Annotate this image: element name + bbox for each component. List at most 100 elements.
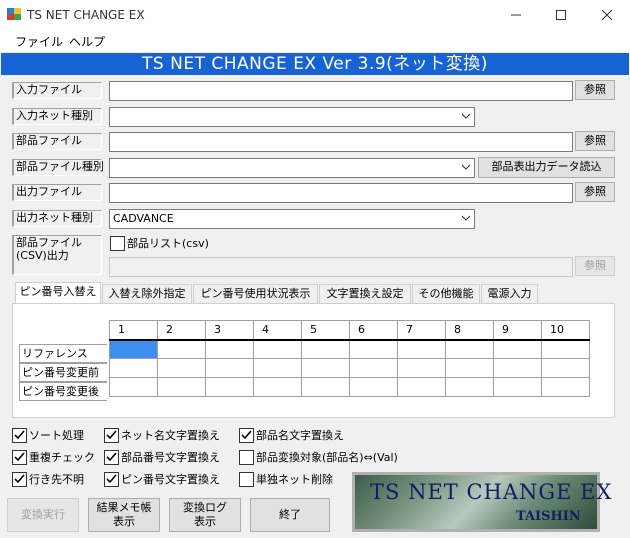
parts-list-csv-label: 部品リスト(csv) (127, 237, 209, 250)
part-number-replace-label: 部品番号文字置換え (121, 451, 220, 464)
grid-cell-selected[interactable] (109, 339, 158, 359)
grid-cell[interactable] (493, 377, 542, 397)
minimize-icon (511, 14, 521, 16)
unknown-dest-checkbox[interactable] (12, 472, 27, 487)
parts-file-type-select[interactable] (109, 158, 475, 178)
grid-cell[interactable] (541, 377, 590, 397)
unknown-dest-label: 行き先不明 (29, 473, 84, 486)
part-convert-target-checkbox[interactable] (239, 450, 254, 465)
part-name-replace-label: 部品名文字置換え (256, 429, 344, 442)
parts-csv-browse-button[interactable]: 参照 (575, 256, 615, 276)
single-net-delete-checkbox[interactable] (239, 472, 254, 487)
grid-cell[interactable] (541, 358, 590, 378)
part-name-replace-checkbox[interactable] (239, 428, 254, 443)
grid-cell[interactable] (109, 377, 158, 397)
parts-csv-label-line1: 部品ファイル (16, 236, 82, 249)
grid-cell[interactable] (157, 358, 206, 378)
parts-output-read-button[interactable]: 部品表出力データ読込 (478, 157, 615, 178)
app-icon (7, 8, 21, 20)
grid-row-label-reference: リファレンス (19, 344, 107, 363)
pin-number-replace-checkbox[interactable] (104, 472, 119, 487)
tab-text-replace[interactable]: 文字置換え設定 (319, 284, 411, 303)
grid-cell[interactable] (205, 377, 254, 397)
convert-log-line1: 変換ログ (183, 501, 227, 514)
menu-file[interactable]: ファイル (15, 33, 63, 50)
input-file-label: 入力ファイル (12, 82, 102, 99)
menu-help[interactable]: ヘルプ (69, 33, 105, 50)
tab-pin-swap[interactable]: ピン番号入替え (15, 282, 101, 303)
exit-button[interactable]: 終了 (250, 498, 330, 532)
grid-cell[interactable] (205, 339, 254, 359)
grid-cell[interactable] (253, 377, 302, 397)
output-file-label: 出力ファイル (12, 184, 102, 201)
grid-col-header: 10 (541, 320, 590, 341)
input-file-field[interactable] (109, 81, 573, 101)
check-icon (14, 430, 25, 440)
grid-row-label-before: ピン番号変更前 (19, 363, 107, 382)
grid-cell[interactable] (541, 339, 590, 359)
parts-file-browse-button[interactable]: 参照 (575, 131, 615, 151)
grid-cell[interactable] (301, 377, 350, 397)
window-title: TS NET CHANGE EX (27, 8, 145, 22)
parts-file-label: 部品ファイル (12, 133, 102, 150)
close-button[interactable] (584, 0, 630, 30)
grid-cell[interactable] (397, 358, 446, 378)
part-number-replace-checkbox[interactable] (104, 450, 119, 465)
grid-cell[interactable] (301, 339, 350, 359)
parts-file-field[interactable] (109, 132, 573, 152)
grid-cell[interactable] (157, 339, 206, 359)
check-icon (14, 474, 25, 484)
grid-cell[interactable] (301, 358, 350, 378)
parts-list-csv-checkbox[interactable] (110, 236, 125, 251)
grid-cell[interactable] (493, 339, 542, 359)
grid-row-label-after: ピン番号変更後 (19, 382, 107, 401)
output-file-field[interactable] (109, 183, 573, 203)
grid-col-header: 6 (349, 320, 398, 341)
convert-button[interactable]: 変換実行 (7, 498, 79, 532)
grid-cell[interactable] (109, 358, 158, 378)
grid-col-header: 4 (253, 320, 302, 341)
output-file-browse-button[interactable]: 参照 (575, 182, 615, 202)
grid-cell[interactable] (349, 339, 398, 359)
grid-cell[interactable] (445, 377, 494, 397)
tab-power-input[interactable]: 電源入力 (481, 284, 538, 303)
grid-cell[interactable] (253, 339, 302, 359)
grid-col-header: 5 (301, 320, 350, 341)
part-convert-target-label: 部品変換対象(部品名)⇔(Val) (256, 451, 398, 464)
pin-swap-grid[interactable]: 1 2 3 4 5 6 7 8 9 10 (109, 320, 590, 397)
duplicate-check-checkbox[interactable] (12, 450, 27, 465)
minimize-button[interactable] (493, 0, 539, 30)
tab-pin-usage[interactable]: ピン番号使用状況表示 (193, 284, 318, 303)
grid-cell[interactable] (397, 339, 446, 359)
grid-cell[interactable] (205, 358, 254, 378)
logo-subtitle: TAISHIN (516, 509, 581, 524)
convert-log-button[interactable]: 変換ログ 表示 (169, 498, 241, 532)
chevron-down-icon (462, 113, 470, 119)
check-icon (241, 430, 252, 440)
sort-checkbox[interactable] (12, 428, 27, 443)
grid-col-header: 2 (157, 320, 206, 341)
tab-other-functions[interactable]: その他機能 (412, 284, 480, 303)
grid-col-header: 7 (397, 320, 446, 341)
grid-cell[interactable] (445, 339, 494, 359)
tab-swap-exclusion[interactable]: 入替え除外指定 (102, 284, 192, 303)
output-net-type-select[interactable]: CADVANCE (109, 209, 475, 229)
grid-col-header: 1 (109, 320, 158, 341)
grid-cell[interactable] (349, 377, 398, 397)
grid-cell[interactable] (445, 358, 494, 378)
grid-cell[interactable] (157, 377, 206, 397)
input-file-browse-button[interactable]: 参照 (575, 80, 615, 100)
maximize-button[interactable] (538, 0, 584, 30)
grid-cell[interactable] (349, 358, 398, 378)
parts-file-type-label: 部品ファイル種別 (12, 159, 104, 176)
grid-cell[interactable] (493, 358, 542, 378)
parts-csv-output-field[interactable] (109, 257, 573, 277)
input-net-type-select[interactable] (109, 107, 475, 127)
grid-cell[interactable] (397, 377, 446, 397)
sort-label: ソート処理 (29, 429, 84, 442)
net-name-replace-checkbox[interactable] (104, 428, 119, 443)
result-memo-button[interactable]: 結果メモ帳 表示 (88, 498, 160, 532)
input-net-type-label: 入力ネット種別 (12, 108, 102, 125)
grid-cell[interactable] (253, 358, 302, 378)
output-net-type-label: 出力ネット種別 (12, 210, 102, 227)
